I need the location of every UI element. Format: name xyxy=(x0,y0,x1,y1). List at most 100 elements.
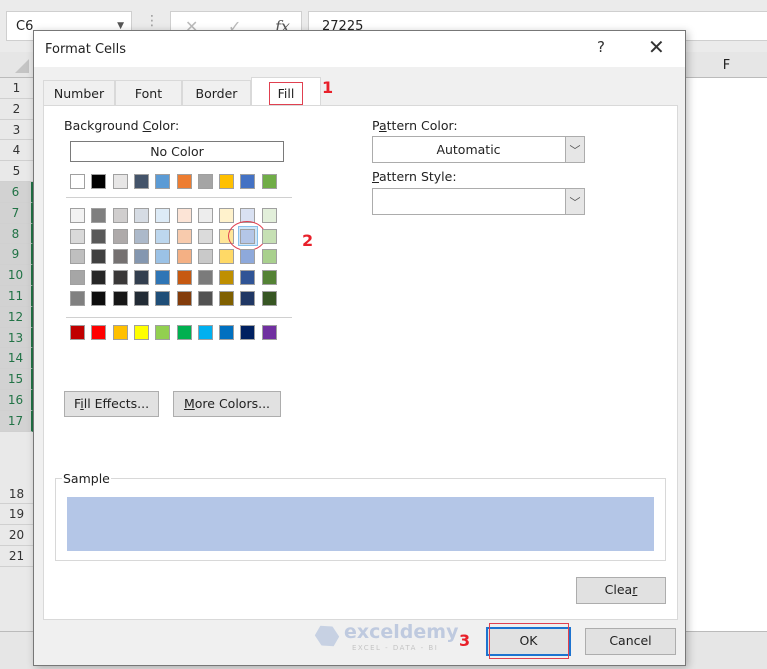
theme-color-swatch[interactable] xyxy=(91,174,107,189)
shade-color-swatch[interactable] xyxy=(70,208,85,223)
chevron-down-icon[interactable]: ﹀ xyxy=(565,137,584,162)
row-header[interactable]: 17 xyxy=(0,410,33,432)
shade-color-swatch[interactable] xyxy=(112,228,128,244)
shade-color-swatch[interactable] xyxy=(197,290,213,306)
row-header[interactable]: 19 xyxy=(0,504,33,526)
row-header[interactable]: 12 xyxy=(0,306,33,328)
standard-color-swatch[interactable] xyxy=(197,325,213,340)
shade-color-swatch[interactable] xyxy=(91,208,107,223)
tab-number[interactable]: Number xyxy=(43,80,115,105)
shade-color-swatch[interactable] xyxy=(112,290,128,306)
row-header[interactable]: 4 xyxy=(0,140,33,162)
standard-color-swatch[interactable] xyxy=(176,325,192,340)
column-header-f[interactable]: F xyxy=(670,52,767,78)
cancel-button[interactable]: Cancel xyxy=(585,628,676,655)
select-all-corner[interactable] xyxy=(0,52,33,78)
shade-color-swatch[interactable] xyxy=(133,270,149,286)
standard-color-swatch[interactable] xyxy=(219,325,235,340)
row-header[interactable]: 16 xyxy=(0,389,33,411)
shade-color-swatch[interactable] xyxy=(91,249,107,265)
row-header[interactable]: 6 xyxy=(0,181,33,203)
shade-color-swatch[interactable] xyxy=(176,270,192,286)
theme-color-swatch[interactable] xyxy=(133,174,149,189)
row-header[interactable] xyxy=(0,431,33,484)
shade-color-swatch[interactable] xyxy=(219,249,235,265)
shade-color-swatch[interactable] xyxy=(197,228,213,244)
tab-border[interactable]: Border xyxy=(182,80,251,105)
shade-color-swatch[interactable] xyxy=(240,270,256,286)
shade-color-swatch[interactable] xyxy=(261,270,277,286)
row-header[interactable]: 7 xyxy=(0,202,33,224)
chevron-down-icon[interactable]: ﹀ xyxy=(565,189,584,214)
standard-color-swatch[interactable] xyxy=(133,325,149,340)
shade-color-swatch[interactable] xyxy=(240,249,256,265)
shade-color-swatch[interactable] xyxy=(197,270,213,286)
row-header[interactable]: 8 xyxy=(0,223,33,245)
shade-color-swatch[interactable] xyxy=(240,290,256,306)
more-colors-button[interactable]: More Colors... xyxy=(173,391,281,417)
shade-color-swatch[interactable] xyxy=(70,228,85,244)
row-header[interactable]: 21 xyxy=(0,545,33,567)
shade-color-swatch[interactable] xyxy=(91,228,107,244)
shade-color-swatch[interactable] xyxy=(155,270,171,286)
row-header[interactable]: 18 xyxy=(0,483,33,505)
tab-font[interactable]: Font xyxy=(115,80,182,105)
row-header[interactable]: 11 xyxy=(0,285,33,307)
shade-color-swatch[interactable] xyxy=(176,249,192,265)
shade-color-swatch[interactable] xyxy=(70,290,85,306)
row-header[interactable]: 14 xyxy=(0,348,33,370)
row-header[interactable]: 5 xyxy=(0,161,33,182)
theme-color-swatch[interactable] xyxy=(70,174,85,189)
shade-color-swatch[interactable] xyxy=(219,290,235,306)
theme-color-swatch[interactable] xyxy=(197,174,213,189)
tab-fill[interactable]: Fill xyxy=(251,77,321,106)
theme-color-swatch[interactable] xyxy=(240,174,256,189)
shade-color-swatch[interactable] xyxy=(197,249,213,265)
shade-color-swatch[interactable] xyxy=(133,290,149,306)
theme-color-swatch[interactable] xyxy=(112,174,128,189)
shade-color-swatch[interactable] xyxy=(176,290,192,306)
theme-color-swatch[interactable] xyxy=(155,174,171,189)
theme-color-swatch[interactable] xyxy=(261,174,277,189)
pattern-color-select[interactable]: Automatic ﹀ xyxy=(372,136,585,163)
row-header[interactable]: 1 xyxy=(0,78,33,99)
row-header[interactable]: 15 xyxy=(0,369,33,390)
row-header[interactable]: 2 xyxy=(0,98,33,120)
row-header[interactable]: 20 xyxy=(0,525,33,546)
standard-color-swatch[interactable] xyxy=(240,325,256,340)
shade-color-swatch[interactable] xyxy=(219,270,235,286)
row-header[interactable]: 10 xyxy=(0,265,33,286)
shade-color-swatch[interactable] xyxy=(112,249,128,265)
no-color-button[interactable]: No Color xyxy=(70,141,284,162)
shade-color-swatch[interactable] xyxy=(176,228,192,244)
theme-color-swatch[interactable] xyxy=(219,174,235,189)
row-header[interactable]: 13 xyxy=(0,327,33,349)
shade-color-swatch[interactable] xyxy=(112,270,128,286)
shade-color-swatch[interactable] xyxy=(91,290,107,306)
standard-color-swatch[interactable] xyxy=(261,325,277,340)
shade-color-swatch[interactable] xyxy=(155,249,171,265)
shade-color-swatch[interactable] xyxy=(155,290,171,306)
pattern-style-select[interactable]: ﹀ xyxy=(372,188,585,215)
shade-color-swatch[interactable] xyxy=(133,249,149,265)
row-header[interactable]: 9 xyxy=(0,244,33,266)
shade-color-swatch[interactable] xyxy=(176,208,192,223)
shade-color-swatch[interactable] xyxy=(155,228,171,244)
help-icon[interactable]: ? xyxy=(597,38,605,56)
close-icon[interactable]: ✕ xyxy=(648,35,665,59)
shade-color-swatch[interactable] xyxy=(70,270,85,286)
clear-button[interactable]: Clear xyxy=(576,577,666,604)
shade-color-swatch[interactable] xyxy=(219,208,235,223)
shade-color-swatch[interactable] xyxy=(197,208,213,223)
theme-color-swatch[interactable] xyxy=(176,174,192,189)
shade-color-swatch[interactable] xyxy=(261,228,277,244)
row-header[interactable]: 3 xyxy=(0,119,33,141)
fill-effects-button[interactable]: Fill Effects... xyxy=(64,391,159,417)
shade-color-swatch[interactable] xyxy=(70,249,85,265)
shade-color-swatch[interactable] xyxy=(91,270,107,286)
shade-color-swatch[interactable] xyxy=(261,249,277,265)
shade-color-swatch[interactable] xyxy=(133,208,149,223)
shade-color-swatch[interactable] xyxy=(261,290,277,306)
shade-color-swatch[interactable] xyxy=(155,208,171,223)
shade-color-swatch[interactable] xyxy=(261,208,277,223)
